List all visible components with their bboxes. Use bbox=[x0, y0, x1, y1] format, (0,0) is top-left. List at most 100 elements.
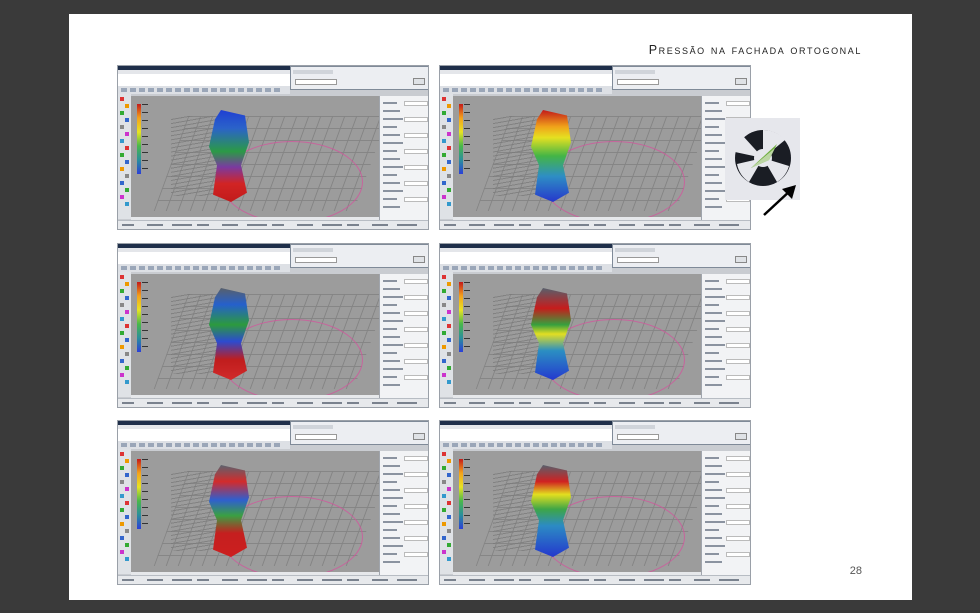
status-item bbox=[444, 224, 456, 226]
toolbar-icon bbox=[596, 443, 602, 447]
status-item bbox=[569, 402, 589, 404]
toolbar-icon bbox=[175, 443, 181, 447]
legend-tick bbox=[464, 298, 470, 299]
toolbar-icon bbox=[148, 88, 154, 92]
status-item bbox=[619, 579, 635, 581]
status-item bbox=[172, 224, 192, 226]
status-bar bbox=[118, 220, 428, 229]
tool-icon bbox=[447, 296, 451, 300]
property-label bbox=[383, 174, 397, 176]
plugin-button bbox=[735, 78, 747, 85]
property-field bbox=[404, 181, 428, 186]
color-legend bbox=[459, 459, 463, 529]
plugin-panel bbox=[612, 66, 750, 90]
toolbar-icon bbox=[497, 443, 503, 447]
toolbar-icon bbox=[139, 88, 145, 92]
property-field bbox=[726, 343, 750, 348]
rhino-screenshot-2 bbox=[439, 65, 751, 230]
tool-icon bbox=[447, 366, 451, 370]
toolbar-icon bbox=[256, 443, 262, 447]
toolbar-icon bbox=[506, 443, 512, 447]
tool-icon bbox=[447, 118, 451, 122]
status-item bbox=[619, 402, 635, 404]
plugin-field bbox=[617, 257, 659, 263]
property-field bbox=[726, 520, 750, 525]
toolbar-icon bbox=[479, 88, 485, 92]
osnap-panel bbox=[118, 386, 131, 396]
status-item bbox=[719, 224, 739, 226]
status-item bbox=[469, 579, 485, 581]
status-item bbox=[519, 579, 531, 581]
toolbar-icon bbox=[220, 266, 226, 270]
toolbar-icon bbox=[148, 443, 154, 447]
property-label bbox=[705, 110, 722, 112]
tool-icon bbox=[120, 125, 124, 129]
property-field bbox=[404, 165, 428, 170]
status-item bbox=[469, 224, 485, 226]
osnap-panel bbox=[440, 386, 453, 396]
status-item bbox=[569, 579, 589, 581]
property-label bbox=[705, 312, 722, 314]
status-item bbox=[372, 224, 388, 226]
status-item bbox=[444, 579, 456, 581]
property-label bbox=[383, 481, 397, 483]
toolbar-icon bbox=[238, 266, 244, 270]
toolbar-icon bbox=[524, 443, 530, 447]
toolbar-icon bbox=[130, 88, 136, 92]
toolbar-icon bbox=[569, 88, 575, 92]
toolbar-icon bbox=[166, 443, 172, 447]
status-item bbox=[494, 224, 514, 226]
property-label bbox=[383, 521, 403, 523]
property-label bbox=[705, 190, 725, 192]
tool-icon bbox=[125, 324, 129, 328]
toolbar-icon bbox=[265, 88, 271, 92]
plugin-button bbox=[735, 433, 747, 440]
tool-icon bbox=[442, 195, 446, 199]
tool-icon bbox=[447, 104, 451, 108]
status-item bbox=[719, 579, 739, 581]
tool-icon bbox=[447, 529, 451, 533]
toolbar-icon bbox=[479, 443, 485, 447]
tool-icon bbox=[125, 174, 129, 178]
property-label bbox=[705, 102, 719, 104]
tool-icon bbox=[447, 459, 451, 463]
plugin-field bbox=[295, 257, 337, 263]
toolbar-icon bbox=[578, 266, 584, 270]
legend-tick bbox=[464, 338, 470, 339]
property-label bbox=[383, 288, 400, 290]
toolbar-icon bbox=[569, 443, 575, 447]
plugin-panel bbox=[612, 421, 750, 445]
toolbar-icon bbox=[551, 443, 557, 447]
status-item bbox=[272, 579, 284, 581]
legend-tick bbox=[142, 104, 148, 105]
tower-model bbox=[209, 465, 249, 557]
tool-icon bbox=[120, 275, 124, 279]
property-label bbox=[383, 166, 403, 168]
toolbar-icon bbox=[452, 443, 458, 447]
property-label bbox=[705, 304, 719, 306]
toolbar-icon bbox=[560, 266, 566, 270]
property-field bbox=[404, 456, 428, 461]
status-bar bbox=[440, 398, 750, 407]
status-item bbox=[519, 402, 531, 404]
tool-icon bbox=[125, 459, 129, 463]
property-label bbox=[383, 198, 397, 200]
legend-tick bbox=[142, 290, 148, 291]
property-label bbox=[705, 150, 719, 152]
tool-icon bbox=[442, 303, 446, 307]
tool-icon bbox=[442, 111, 446, 115]
tool-icon bbox=[447, 132, 451, 136]
property-label bbox=[705, 344, 725, 346]
toolbar-icon bbox=[229, 88, 235, 92]
toolbar-icon bbox=[569, 266, 575, 270]
toolbar-icon bbox=[542, 266, 548, 270]
property-label bbox=[383, 545, 403, 547]
tool-icon bbox=[120, 466, 124, 470]
property-label bbox=[383, 561, 400, 563]
status-item bbox=[247, 579, 267, 581]
plugin-button bbox=[413, 256, 425, 263]
toolbar-icon bbox=[220, 443, 226, 447]
toolbar-icon bbox=[193, 266, 199, 270]
legend-tick bbox=[142, 306, 148, 307]
legend-tick bbox=[142, 136, 148, 137]
